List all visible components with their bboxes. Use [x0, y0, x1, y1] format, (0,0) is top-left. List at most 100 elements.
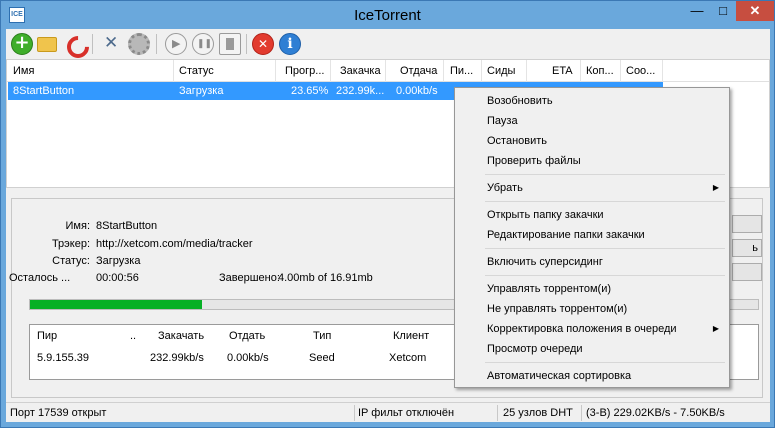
- panel-button-1[interactable]: [732, 215, 762, 233]
- column-divider[interactable]: [330, 60, 331, 82]
- column-divider[interactable]: [443, 60, 444, 82]
- menu-item-auto-sort[interactable]: Автоматическая сортировка: [457, 366, 727, 386]
- peer-address: 5.9.155.39: [37, 352, 89, 364]
- menu-item-check-files[interactable]: Проверить файлы: [457, 151, 727, 171]
- menu-item-resume[interactable]: Возобновить: [457, 91, 727, 111]
- peers-header-upload[interactable]: Отдать: [229, 330, 265, 342]
- menu-item-stop[interactable]: Остановить: [457, 131, 727, 151]
- column-divider[interactable]: [481, 60, 482, 82]
- menu-label: Открыть папку закачки: [487, 209, 604, 221]
- menu-label: Пауза: [487, 115, 518, 127]
- menu-separator: [485, 174, 725, 175]
- menu-item-unmanage[interactable]: Не управлять торрентом(и): [457, 299, 727, 319]
- statusbar-separator: [354, 405, 355, 421]
- name-label: Имя:: [65, 220, 90, 232]
- menu-item-open-folder[interactable]: Открыть папку закачки: [457, 205, 727, 225]
- magnet-icon[interactable]: [64, 33, 86, 55]
- column-divider[interactable]: [620, 60, 621, 82]
- menu-separator: [485, 201, 725, 202]
- open-folder-icon[interactable]: [37, 37, 57, 52]
- minimize-button[interactable]: —: [684, 1, 710, 21]
- submenu-arrow-icon: ▶: [712, 324, 719, 333]
- panel-button-2[interactable]: ь: [732, 239, 762, 257]
- maximize-button[interactable]: □: [710, 1, 736, 21]
- column-header-name[interactable]: Имя: [13, 65, 34, 77]
- column-divider[interactable]: [526, 60, 527, 82]
- status-value: Загрузка: [96, 255, 141, 267]
- menu-label: Остановить: [487, 135, 548, 147]
- column-divider[interactable]: [275, 60, 276, 82]
- remaining-label: Осталось ...: [9, 272, 71, 284]
- column-divider[interactable]: [173, 60, 174, 82]
- progress-fill: [30, 300, 203, 309]
- menu-item-queue-position[interactable]: Корректировка положения в очереди ▶: [457, 319, 727, 339]
- speed-status: (3-B) 229.02KB/s - 7.50KB/s: [586, 407, 725, 419]
- statusbar-separator: [497, 405, 498, 421]
- toolbar-separator: [92, 34, 93, 54]
- column-header-eta[interactable]: ETA: [552, 65, 573, 77]
- ipfilter-status: IP фильт отключён: [358, 407, 455, 419]
- torrent-name: 8StartButton: [13, 85, 75, 97]
- panel-button-3[interactable]: [732, 263, 762, 281]
- menu-item-edit-folder[interactable]: Редактирование папки закачки: [457, 225, 727, 245]
- title-bar[interactable]: ICE IceTorrent — □ ✕: [1, 1, 774, 29]
- dht-status: 25 узлов DHT: [503, 407, 573, 419]
- toolbar: [6, 29, 770, 59]
- menu-label: Возобновить: [487, 95, 553, 107]
- done-label: Завершено:: [219, 272, 280, 284]
- add-torrent-icon[interactable]: [11, 32, 33, 55]
- statusbar-separator: [581, 405, 582, 421]
- menu-separator: [485, 248, 725, 249]
- column-header-messages[interactable]: Соо...: [626, 65, 655, 77]
- close-button[interactable]: ✕: [736, 1, 774, 21]
- status-bar: Порт 17539 открыт IP фильт отключён 25 у…: [6, 402, 770, 422]
- column-header-upload[interactable]: Отдача: [400, 65, 437, 77]
- column-header-peers[interactable]: Пи...: [450, 65, 473, 77]
- menu-separator: [485, 275, 725, 276]
- menu-label: Автоматическая сортировка: [487, 370, 632, 382]
- menu-label: Управлять торрентом(и): [487, 283, 612, 295]
- peer-upload-speed: 0.00kb/s: [227, 352, 269, 364]
- peers-header-client[interactable]: Клиент: [393, 330, 429, 342]
- app-window: ICE IceTorrent — □ ✕ Имя Статус: [0, 0, 775, 428]
- menu-label: Убрать: [487, 182, 523, 194]
- tracker-label: Трэкер:: [51, 238, 90, 250]
- menu-label: Корректировка положения в очереди: [487, 323, 677, 335]
- menu-item-remove[interactable]: Убрать ▶: [457, 178, 727, 198]
- torrent-download-speed: 232.99k...: [336, 85, 385, 97]
- column-divider[interactable]: [580, 60, 581, 82]
- column-header-progress[interactable]: Прогр...: [285, 65, 324, 77]
- menu-label: Включить суперсидинг: [487, 256, 603, 268]
- preferences-gear-icon[interactable]: [128, 33, 150, 55]
- peers-header-peer[interactable]: Пир: [37, 330, 57, 342]
- stop-icon[interactable]: [219, 33, 241, 55]
- resume-icon[interactable]: [165, 33, 187, 55]
- settings-tools-icon[interactable]: [101, 33, 123, 55]
- column-header-seeds[interactable]: Сиды: [487, 65, 515, 77]
- menu-item-view-queue[interactable]: Просмотр очереди: [457, 339, 727, 359]
- peer-download-speed: 232.99kb/s: [150, 352, 204, 364]
- torrent-status: Загрузка: [179, 85, 224, 97]
- column-header-copies[interactable]: Коп...: [586, 65, 614, 77]
- menu-item-manage[interactable]: Управлять торрентом(и): [457, 279, 727, 299]
- column-divider[interactable]: [385, 60, 386, 82]
- remaining-value: 00:00:56: [96, 272, 139, 284]
- peers-header-extra[interactable]: ..: [130, 330, 136, 342]
- peers-header-type[interactable]: Тип: [313, 330, 331, 342]
- column-header-status[interactable]: Статус: [179, 65, 214, 77]
- menu-separator: [485, 362, 725, 363]
- menu-item-pause[interactable]: Пауза: [457, 111, 727, 131]
- menu-label: Проверить файлы: [487, 155, 581, 167]
- menu-item-superseeding[interactable]: Включить суперсидинг: [457, 252, 727, 272]
- remove-icon[interactable]: [252, 33, 274, 55]
- list-header: Имя Статус Прогр... Закачка Отдача Пи...…: [7, 60, 769, 82]
- peer-client: Xetcom: [389, 352, 427, 364]
- column-header-download[interactable]: Закачка: [340, 65, 381, 77]
- pause-icon[interactable]: [192, 33, 214, 55]
- toolbar-separator: [156, 34, 157, 54]
- column-divider[interactable]: [662, 60, 663, 82]
- status-label: Статус:: [52, 255, 90, 267]
- peers-header-download[interactable]: Закачать: [158, 330, 204, 342]
- info-icon[interactable]: [279, 33, 301, 55]
- torrent-upload-speed: 0.00kb/s: [396, 85, 438, 97]
